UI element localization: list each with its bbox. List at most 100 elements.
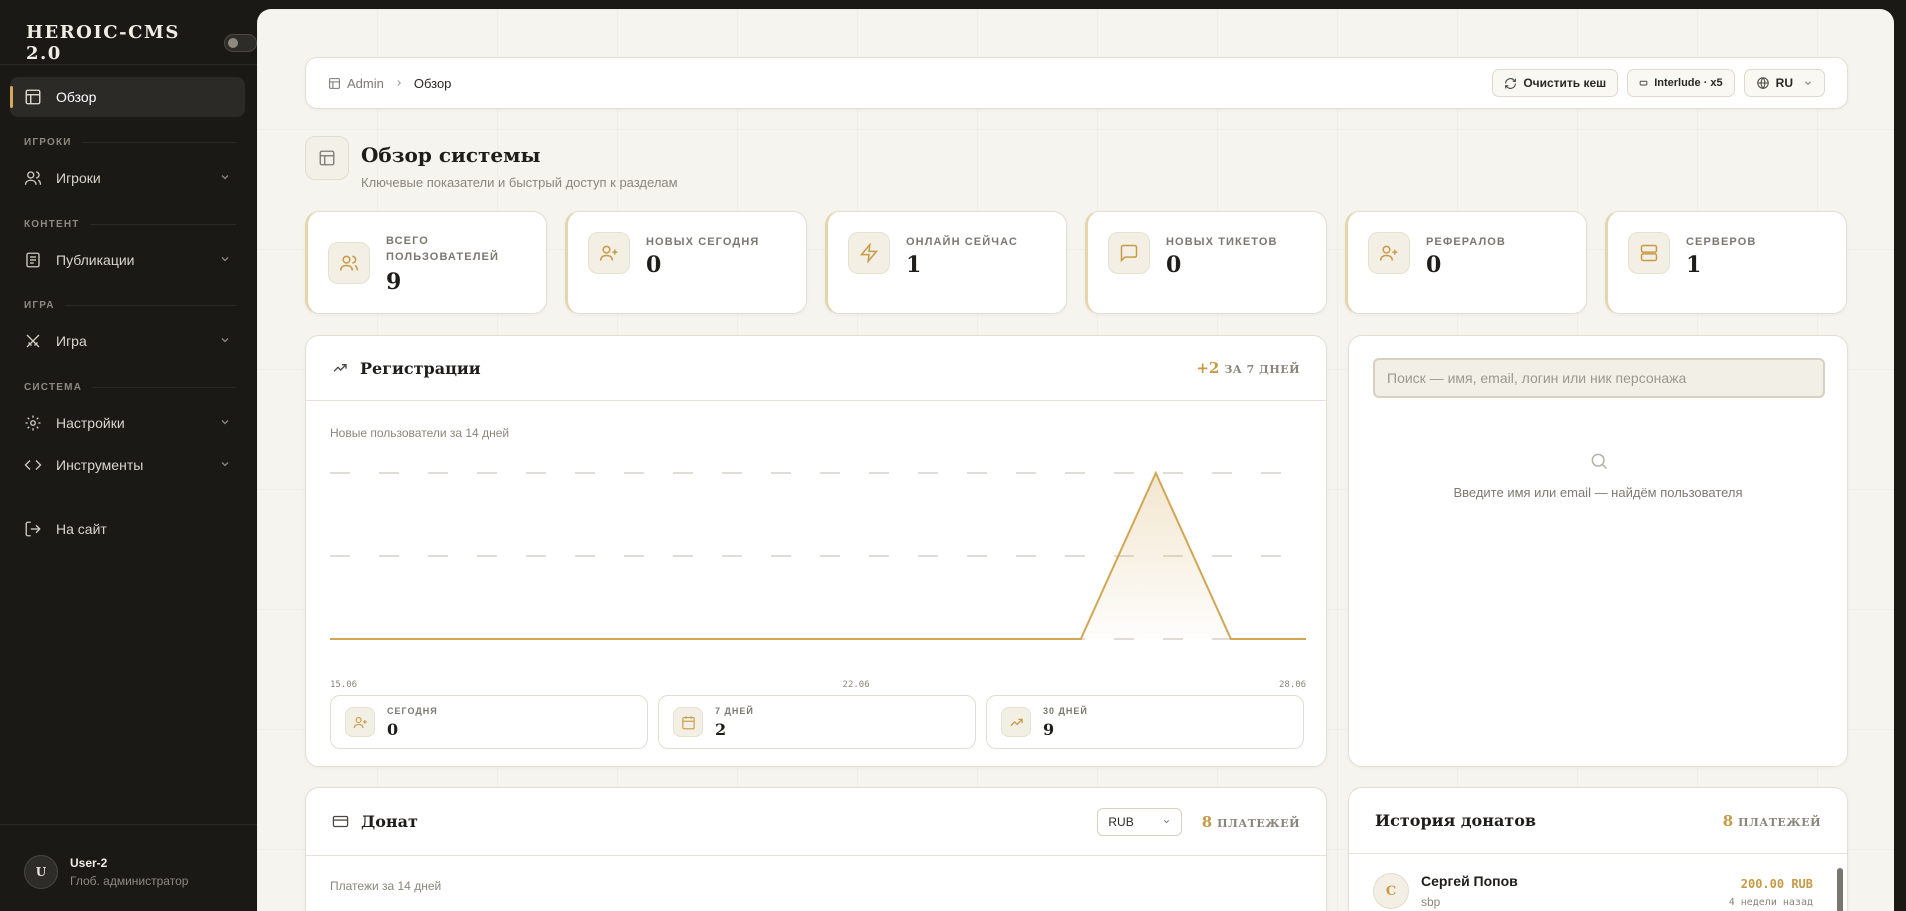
- list-item[interactable]: С Сергей Попов sbp 200.00 RUB 4 недели н…: [1373, 873, 1813, 911]
- chevron-down-icon: [221, 338, 229, 343]
- delta-value: +2: [1196, 359, 1220, 377]
- stat-value: 0: [646, 252, 662, 278]
- stat-card-servers[interactable]: Серверов 1: [1605, 211, 1847, 314]
- server-icon: [1640, 244, 1658, 262]
- page-title: Обзор системы: [361, 143, 541, 167]
- language-label: RU: [1775, 76, 1793, 90]
- stat-card-tickets[interactable]: Новых тикетов 0: [1085, 211, 1327, 314]
- sidebar-item-publications[interactable]: Публикации: [10, 240, 245, 280]
- topbar: Admin Обзор Очистить кеш Interlude · x5 …: [305, 57, 1848, 109]
- sidebar-item-tools[interactable]: Инструменты: [10, 445, 245, 485]
- layout-icon: [319, 150, 335, 166]
- sidebar-item-overview[interactable]: Обзор: [10, 77, 245, 117]
- server-label: Interlude · x5: [1654, 77, 1723, 89]
- language-select[interactable]: RU: [1743, 69, 1825, 97]
- divider: [0, 64, 257, 65]
- registrations-chart: [330, 470, 1306, 640]
- stat-value: 1: [906, 252, 922, 278]
- theme-toggle[interactable]: [224, 34, 257, 52]
- donate-count: 8 ПЛАТЕЖЕЙ: [1202, 813, 1300, 831]
- mini-stat-30days: 30 ДНЕЙ 9: [986, 695, 1304, 749]
- chevron-down-icon: [221, 175, 229, 180]
- donor-name: Сергей Попов: [1421, 873, 1518, 889]
- sidebar-item-label: На сайт: [56, 521, 107, 537]
- stat-label: Серверов: [1686, 236, 1757, 248]
- scrollbar[interactable]: [1837, 858, 1843, 911]
- stat-label: Новых тикетов: [1166, 236, 1278, 248]
- clear-cache-button[interactable]: Очистить кеш: [1492, 69, 1619, 97]
- stat-card-users[interactable]: Всего пользователей 9: [305, 211, 547, 314]
- avatar: U: [24, 855, 58, 889]
- sidebar-item-players[interactable]: Игроки: [10, 158, 245, 198]
- lightning-icon: [859, 243, 879, 263]
- message-icon: [1120, 244, 1138, 263]
- payment-method: sbp: [1421, 895, 1441, 909]
- section-label-system: СИСТЕМА: [24, 382, 236, 393]
- breadcrumb-current: Обзор: [413, 75, 452, 91]
- app-root: HEROIC-CMS 2.0 Обзор ИГРОКИ Игроки КОНТЕ…: [0, 0, 1906, 911]
- currency-select[interactable]: RUB: [1097, 807, 1182, 836]
- sidebar-item-label: Инструменты: [56, 457, 144, 473]
- user-role: Глоб. администратор: [70, 874, 189, 888]
- server-select[interactable]: Interlude · x5: [1627, 69, 1735, 97]
- card-header: Донат RUB 8 ПЛАТЕЖЕЙ: [306, 788, 1326, 856]
- mini-icon-box: [1001, 707, 1031, 737]
- stat-icon-box: [1368, 232, 1410, 274]
- user-search-input[interactable]: [1373, 358, 1825, 398]
- stat-label: Всего пользователей: [386, 235, 499, 263]
- mini-value: 0: [387, 720, 399, 739]
- sidebar-item-label: Настройки: [56, 415, 125, 431]
- stat-label: Новых сегодня: [646, 236, 760, 248]
- refresh-icon: [1505, 77, 1517, 89]
- sidebar-item-settings[interactable]: Настройки: [10, 403, 245, 443]
- sidebar-item-to-site[interactable]: На сайт: [10, 509, 245, 549]
- page-icon: [305, 136, 349, 180]
- users-icon: [24, 171, 42, 185]
- scrollbar-thumb[interactable]: [1837, 868, 1843, 911]
- count-label: ПЛАТЕЖЕЙ: [1738, 815, 1821, 829]
- topbar-actions: Очистить кеш Interlude · x5 RU: [1492, 69, 1825, 97]
- sidebar-item-label: Игроки: [56, 170, 101, 186]
- stat-value: 0: [1426, 252, 1442, 278]
- card-header: История донатов 8 ПЛАТЕЖЕЙ: [1349, 788, 1847, 854]
- stat-icon-box: [1108, 232, 1150, 274]
- swords-icon: [26, 334, 40, 348]
- sidebar-item-game[interactable]: Игра: [10, 321, 245, 361]
- registrations-delta: +2 ЗА 7 ДНЕЙ: [1196, 359, 1300, 377]
- trending-up-icon: [333, 364, 347, 372]
- page-subtitle: Ключевые показатели и быстрый доступ к р…: [361, 175, 678, 190]
- x-tick-label: 15.06: [330, 680, 358, 690]
- brand-title: HEROIC-CMS 2.0: [26, 22, 180, 64]
- mini-value: 2: [715, 720, 727, 739]
- sidebar-item-label: Обзор: [56, 89, 97, 105]
- avatar: С: [1373, 873, 1409, 909]
- mini-icon-box: [345, 707, 375, 737]
- donate-subtitle: Платежи за 14 дней: [330, 879, 442, 893]
- newspaper-icon: [26, 252, 40, 268]
- search-icon: [1591, 453, 1608, 470]
- mini-stat-7days: 7 ДНЕЙ 2: [658, 695, 976, 749]
- code-icon: [24, 460, 42, 470]
- donate-card: Донат RUB 8 ПЛАТЕЖЕЙ Платежи за 14 дней: [305, 787, 1327, 911]
- page-header: Обзор системы Ключевые показатели и быст…: [305, 136, 678, 190]
- globe-icon: [1756, 77, 1769, 90]
- search-empty-text: Введите имя или email — найдём пользоват…: [1453, 485, 1743, 500]
- count-value: 8: [1201, 812, 1213, 831]
- card-title: Донат: [361, 812, 418, 831]
- stat-value: 0: [1166, 252, 1182, 278]
- stat-card-new-today[interactable]: Новых сегодня 0: [565, 211, 807, 314]
- section-label-content: КОНТЕНТ: [24, 219, 236, 230]
- stat-icon-box: [1628, 232, 1670, 274]
- breadcrumb-root[interactable]: Admin: [347, 76, 384, 91]
- history-count: 8 ПЛАТЕЖЕЙ: [1723, 812, 1821, 830]
- user-search-card: Введите имя или email — найдём пользоват…: [1348, 335, 1848, 767]
- user-profile[interactable]: U User-2 Глоб. администратор: [24, 855, 188, 889]
- stat-card-referrals[interactable]: Рефералов 0: [1345, 211, 1587, 314]
- gear-icon: [25, 415, 41, 431]
- users-icon: [339, 255, 359, 271]
- calendar-icon: [681, 715, 695, 729]
- count-label: ПЛАТЕЖЕЙ: [1217, 816, 1300, 830]
- card-title: История донатов: [1375, 811, 1537, 830]
- x-tick-label: 22.06: [842, 680, 870, 690]
- stat-card-online[interactable]: Онлайн сейчас 1: [825, 211, 1067, 314]
